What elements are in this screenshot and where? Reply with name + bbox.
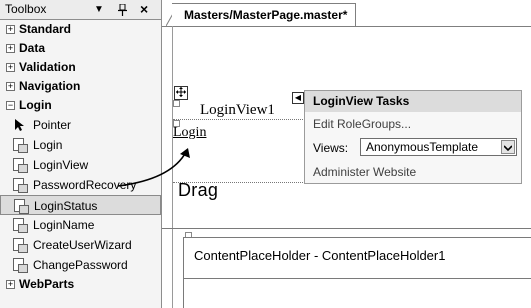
dropdown-arrow-icon[interactable]: ▼: [94, 0, 104, 19]
loginview-control-icon: [12, 158, 28, 173]
pointer-icon: [12, 118, 27, 132]
item-label: Pointer: [33, 118, 72, 132]
expand-icon[interactable]: +: [6, 25, 15, 34]
content-placeholder[interactable]: ContentPlaceHolder - ContentPlaceHolder1: [183, 237, 531, 279]
tasks-panel-title: LoginView Tasks: [305, 91, 521, 112]
expand-icon[interactable]: +: [6, 44, 15, 53]
toolbox-group-validation[interactable]: + Validation: [0, 58, 161, 77]
tab-masterpage[interactable]: Masters/MasterPage.master*: [172, 3, 357, 26]
toolbox-item-login[interactable]: Login: [0, 135, 161, 155]
group-label: Navigation: [19, 79, 81, 93]
views-label: Views:: [313, 141, 349, 155]
item-label: PasswordRecovery: [33, 178, 137, 192]
group-label: Validation: [19, 60, 76, 74]
expand-icon[interactable]: +: [6, 280, 15, 289]
expand-icon[interactable]: +: [6, 82, 15, 91]
loginstatus-control-icon: [13, 199, 29, 214]
toolbox-item-passwordrecovery[interactable]: PasswordRecovery: [0, 175, 161, 195]
toolbox-item-changepassword[interactable]: ChangePassword: [0, 255, 161, 275]
views-dropdown[interactable]: AnonymousTemplate: [360, 138, 517, 156]
item-label: ChangePassword: [33, 258, 128, 272]
createuserwizard-control-icon: [12, 238, 28, 253]
administer-website-link[interactable]: Administer Website: [313, 165, 416, 179]
toolbox-group-standard[interactable]: + Standard: [0, 20, 161, 39]
login-control-icon: [12, 138, 28, 153]
edit-rolegroups-link[interactable]: Edit RoleGroups...: [313, 117, 411, 131]
toolbox-panel: Toolbox ▼ × + Standard + Data + Validati…: [0, 0, 162, 308]
group-label: Login: [19, 98, 52, 112]
designer-editor: Masters/MasterPage.master* LoginView1 Lo…: [162, 0, 531, 308]
pin-icon[interactable]: [118, 0, 127, 19]
views-selected-value: AnonymousTemplate: [366, 140, 479, 154]
toolbox-item-loginstatus[interactable]: LoginStatus: [0, 195, 161, 215]
toolbox-item-loginname[interactable]: LoginName: [0, 215, 161, 235]
item-label: LoginView: [33, 158, 89, 172]
loginview-title: LoginView1: [200, 102, 275, 118]
toolbox-group-navigation[interactable]: + Navigation: [0, 77, 161, 96]
toolbox-list: + Standard + Data + Validation + Navigat…: [0, 20, 161, 294]
toolbox-title: Toolbox: [5, 2, 47, 16]
item-label: Login: [33, 138, 63, 152]
item-label: LoginStatus: [34, 199, 98, 213]
group-label: Data: [19, 41, 46, 55]
toolbox-item-loginview[interactable]: LoginView: [0, 155, 161, 175]
toolbox-item-pointer[interactable]: Pointer: [0, 115, 161, 135]
group-label: WebParts: [19, 277, 75, 291]
expand-icon[interactable]: +: [6, 63, 15, 72]
toolbox-group-login[interactable]: − Login: [0, 96, 161, 115]
login-status-link[interactable]: Login: [173, 125, 206, 141]
toolbox-group-data[interactable]: + Data: [0, 39, 161, 58]
loginname-control-icon: [12, 218, 28, 233]
collapse-icon[interactable]: −: [6, 101, 15, 110]
close-icon[interactable]: ×: [140, 0, 148, 19]
item-label: LoginName: [33, 218, 95, 232]
toolbox-titlebar: Toolbox ▼ ×: [0, 0, 161, 20]
changepassword-control-icon: [12, 258, 28, 273]
content-area: ContentPlaceHolder - ContentPlaceHolder1: [162, 228, 531, 308]
content-placeholder-label: ContentPlaceHolder - ContentPlaceHolder1: [194, 248, 446, 263]
passwordrecovery-control-icon: [12, 178, 28, 193]
toolbox-item-createuserwizard[interactable]: CreateUserWizard: [0, 235, 161, 255]
control-marker-icon: [173, 100, 180, 107]
chevron-down-icon[interactable]: [501, 140, 515, 154]
drag-caption: Drag: [178, 180, 219, 200]
smart-tag-collapse-icon[interactable]: ◀: [292, 92, 304, 104]
group-label: Standard: [19, 22, 72, 36]
content-placeholder-body[interactable]: [183, 279, 531, 308]
item-label: CreateUserWizard: [33, 238, 132, 252]
move-handle-icon[interactable]: [174, 86, 188, 100]
toolbox-group-webparts[interactable]: + WebParts: [0, 275, 161, 294]
document-tabstrip: Masters/MasterPage.master*: [162, 0, 531, 27]
loginview-tasks-panel: LoginView Tasks Edit RoleGroups... Views…: [304, 90, 522, 184]
